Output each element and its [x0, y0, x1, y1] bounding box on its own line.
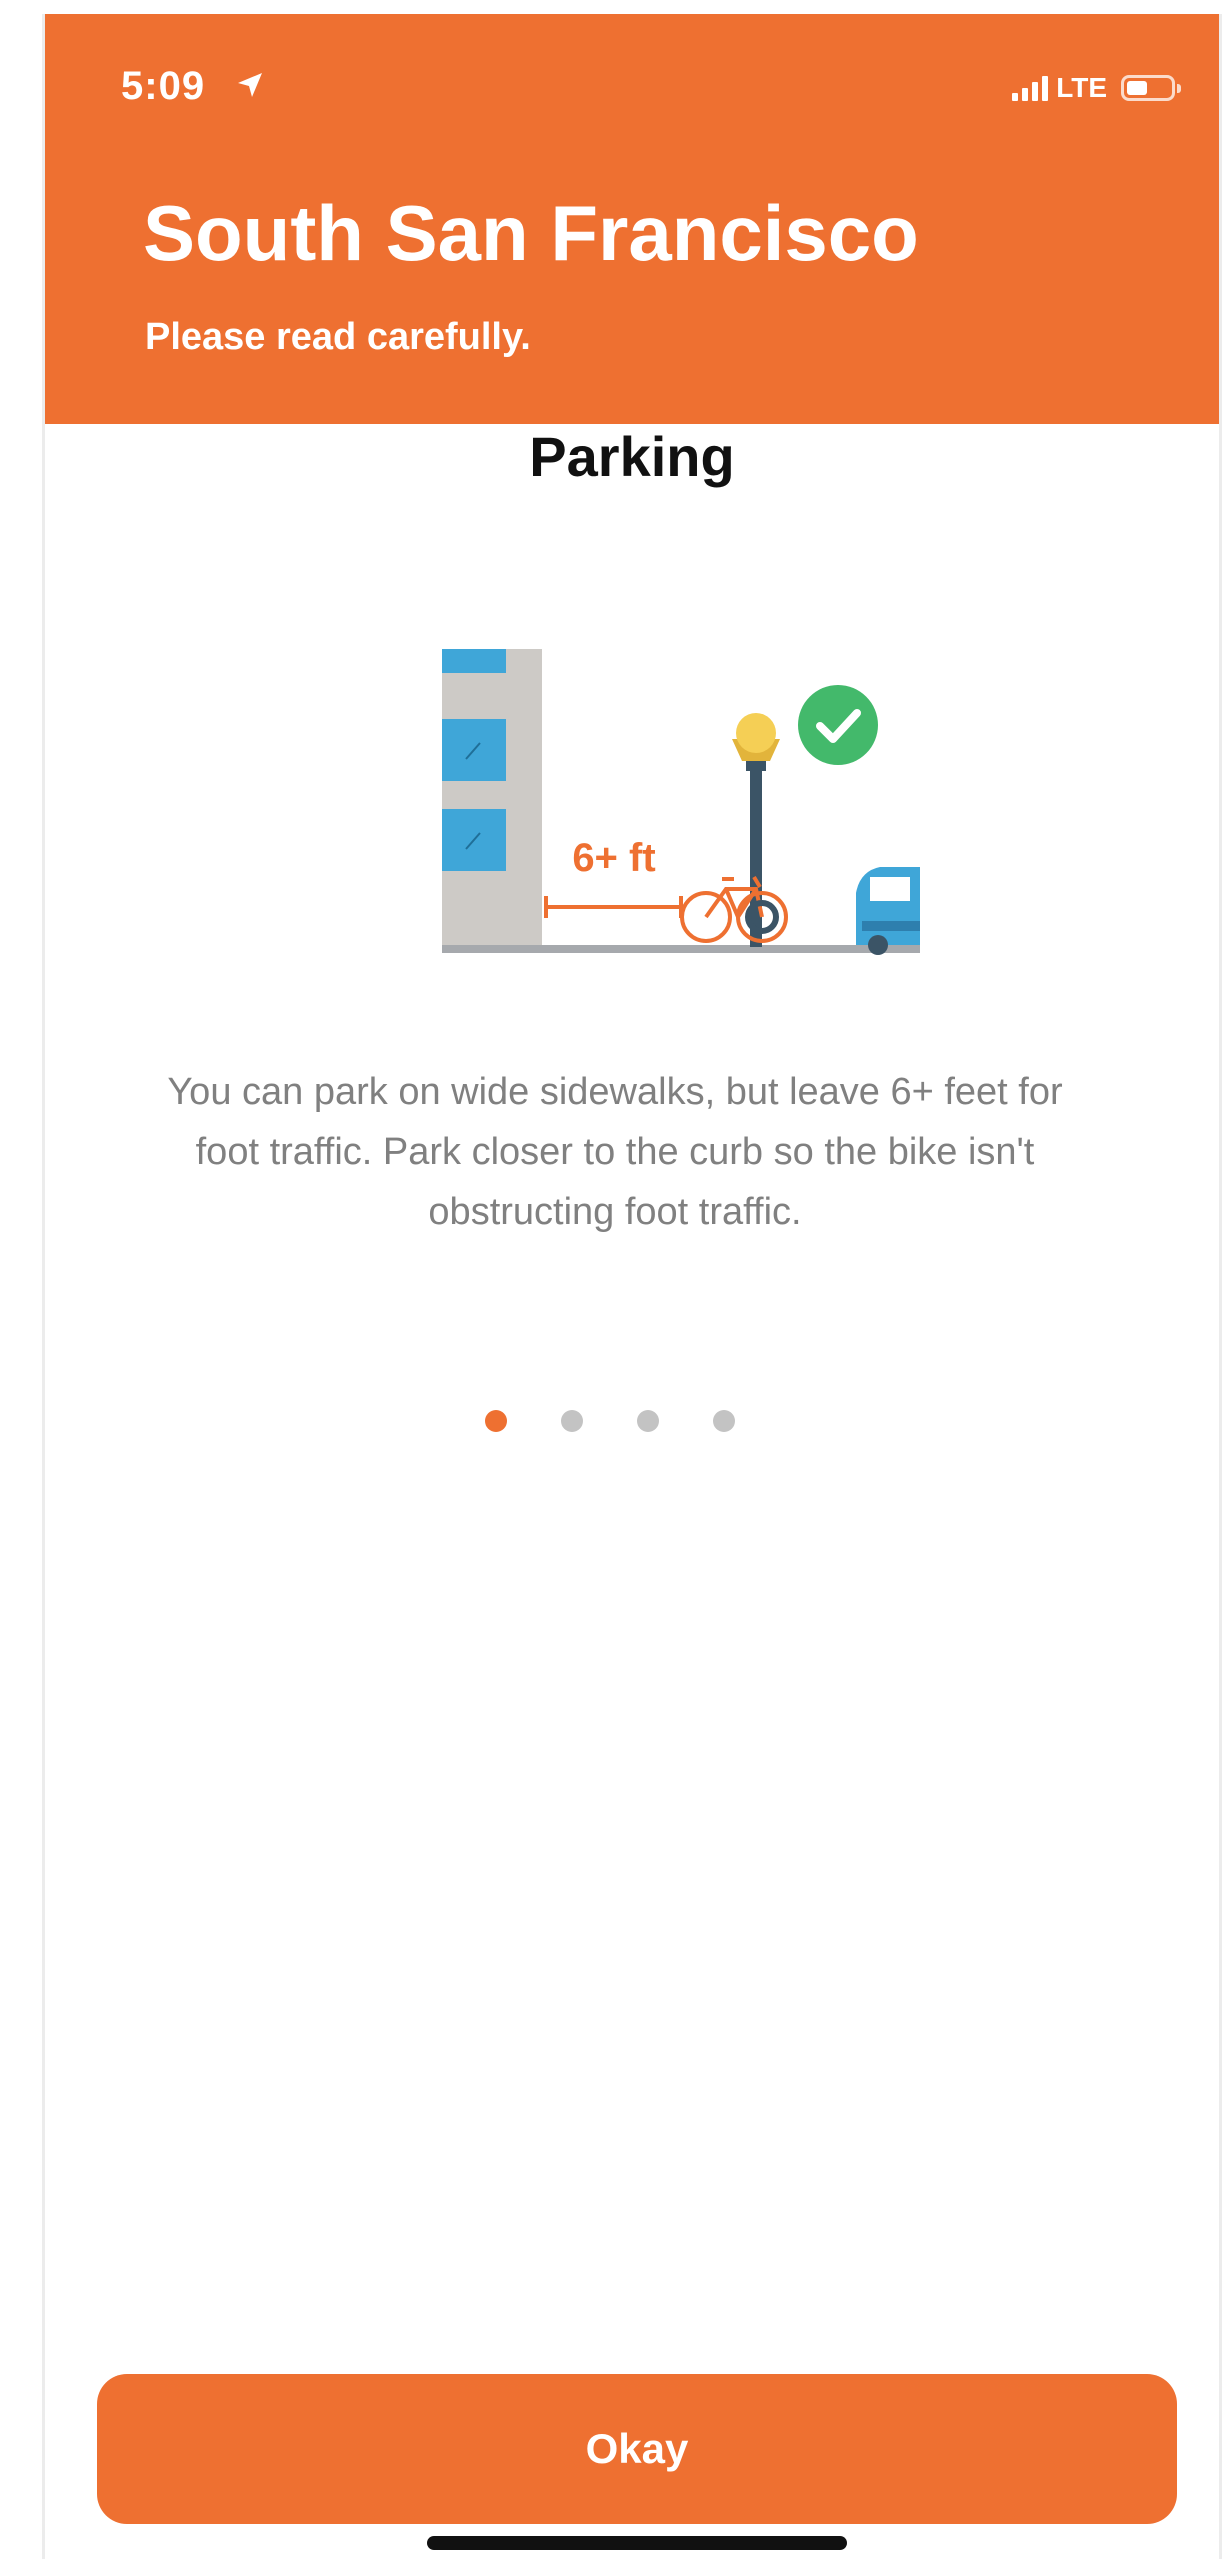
check-icon [798, 685, 878, 765]
okay-button[interactable]: Okay [97, 2374, 1177, 2524]
car-illustration [856, 867, 920, 955]
network-label: LTE [1056, 72, 1107, 103]
status-right: LTE [1012, 70, 1181, 106]
distance-label: 6+ ft [572, 836, 655, 880]
signal-icon [1012, 75, 1049, 101]
building-illustration [442, 649, 542, 949]
slide-description: You can park on wide sidewalks, but leav… [167, 1071, 1063, 1234]
pagination-dots [45, 1410, 1197, 1432]
page-title: South San Francisco [143, 189, 919, 277]
battery-icon [1121, 75, 1181, 101]
slide-title: Parking [529, 425, 735, 488]
page-subtitle: Please read carefully. [145, 316, 531, 358]
parking-illustration: 6+ ft [442, 649, 920, 955]
home-indicator [427, 2536, 847, 2550]
header: 5:09 LTE South San Francisco Please read [45, 14, 1219, 424]
location-arrow-icon [238, 73, 262, 97]
page-dot-3[interactable] [637, 1410, 659, 1432]
status-bar: 5:09 LTE [45, 14, 1219, 154]
page-dot-2[interactable] [561, 1410, 583, 1432]
bicycle-illustration [680, 875, 788, 943]
page-dot-4[interactable] [713, 1410, 735, 1432]
status-time: 5:09 [121, 64, 206, 108]
phone-screen: 5:09 LTE South San Francisco Please read [42, 14, 1222, 2559]
page-dot-1[interactable] [485, 1410, 507, 1432]
distance-marker: 6+ ft [544, 836, 683, 918]
